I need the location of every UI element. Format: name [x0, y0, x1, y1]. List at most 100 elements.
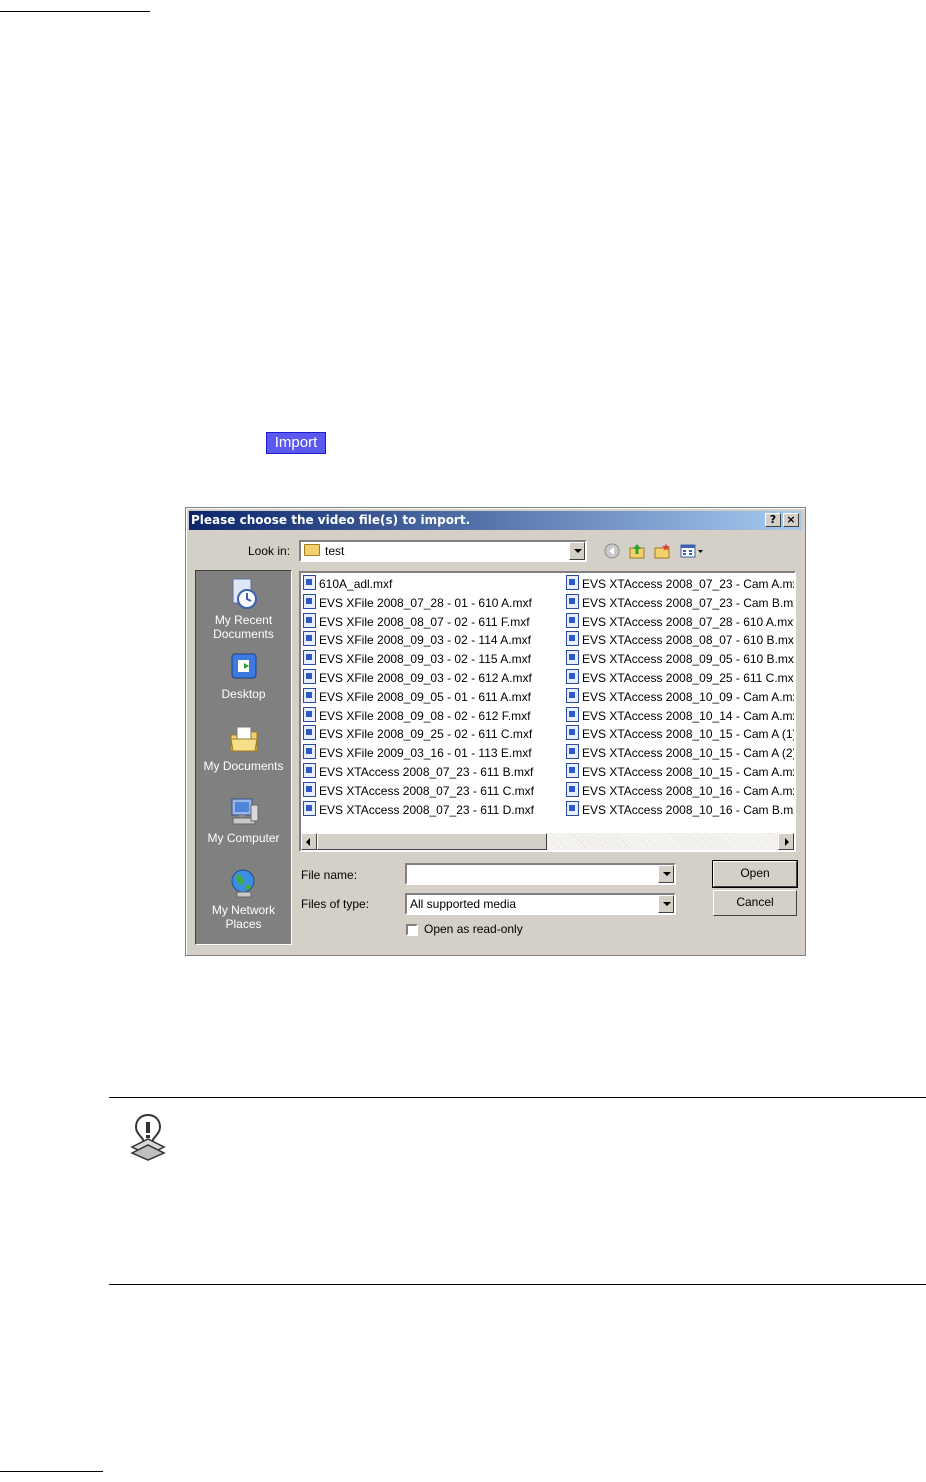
file-list[interactable]: 610A_adl.mxf EVS XFile 2008_07_28 - 01 - …	[299, 571, 796, 852]
place-my-documents[interactable]: My Documents	[196, 723, 291, 773]
file-item[interactable]: EVS XTAccess 2008_07_23 - Cam B.mxf	[564, 593, 794, 613]
file-item-label: 610A_adl.mxf	[319, 577, 393, 591]
file-item-label: EVS XTAccess 2008_10_15 - Cam A (2).	[582, 746, 796, 761]
file-item[interactable]: EVS XFile 2009_03_16 - 01 - 113 E.mxf	[301, 744, 534, 763]
file-open-dialog: Please choose the video file(s) to impor…	[185, 507, 806, 956]
media-file-icon	[303, 762, 316, 778]
file-name-input[interactable]	[405, 863, 676, 885]
file-item-label: EVS XTAccess 2008_10_15 - Cam A (1).	[582, 727, 796, 742]
file-item[interactable]: EVS XFile 2008_09_03 - 02 - 115 A.mxf	[301, 650, 534, 669]
import-button-label: Import	[274, 434, 318, 451]
file-item-label: EVS XTAccess 2008_10_16 - Cam A.mxf	[582, 783, 796, 798]
file-item[interactable]: EVS XTAccess 2008_10_15 - Cam A.mxf	[564, 762, 796, 782]
important-note-icon	[130, 1113, 166, 1161]
chevron-down-icon[interactable]	[658, 865, 674, 883]
file-item[interactable]: EVS XFile 2008_07_28 - 01 - 610 A.mxf	[301, 593, 534, 613]
look-in-value: test	[325, 544, 345, 558]
file-item-label: EVS XTAccess 2008_10_15 - Cam A.mxf	[582, 764, 796, 779]
file-item-label: EVS XFile 2009_03_16 - 01 - 113 E.mxf	[319, 746, 532, 761]
file-item[interactable]: EVS XTAccess 2008_10_09 - Cam A.mxf	[564, 687, 794, 707]
file-item[interactable]: EVS XTAccess 2008_10_15 - Cam A (1).	[564, 725, 796, 744]
my-computer-icon	[231, 798, 258, 825]
media-file-icon	[566, 781, 579, 797]
file-item[interactable]: EVS XTAccess 2008_07_23 - 611 D.mxf	[301, 800, 534, 820]
media-file-icon	[303, 781, 316, 797]
files-of-type-label: Files of type:	[301, 897, 370, 911]
file-item[interactable]: EVS XTAccess 2008_07_23 - Cam A.mxf	[564, 575, 794, 594]
file-item[interactable]: 610A_adl.mxf	[301, 575, 534, 594]
file-item[interactable]: EVS XTAccess 2008_10_15 - Cam A (2).	[564, 744, 796, 763]
horizontal-scrollbar[interactable]	[301, 833, 794, 850]
network-places-icon	[231, 869, 254, 898]
chevron-down-icon[interactable]	[658, 895, 674, 913]
files-of-type-dropdown[interactable]: All supported media	[405, 893, 676, 915]
file-item[interactable]: EVS XTAccess 2008_09_25 - 611 C.mxf	[564, 668, 796, 688]
view-menu-icon[interactable]	[679, 542, 705, 560]
file-item[interactable]: EVS XTAccess 2008_07_23 - 611 B.mxf	[301, 762, 534, 782]
look-in-dropdown[interactable]: test	[299, 540, 587, 562]
file-item[interactable]: EVS XFile 2008_09_25 - 02 - 611 C.mxf	[301, 725, 534, 744]
place-desktop[interactable]: Desktop	[196, 651, 291, 701]
place-recent-documents[interactable]: My Recent Documents	[196, 577, 291, 641]
new-folder-icon[interactable]	[653, 542, 671, 560]
file-item[interactable]: EVS XTAccess 2008_10_16 - Cam A.mxf	[564, 781, 796, 801]
file-item[interactable]: EVS XTAccess 2008_09_05 - 610 B.mxf	[564, 650, 794, 669]
media-file-icon	[303, 744, 316, 760]
note-top-rule	[109, 1097, 926, 1098]
media-file-icon	[566, 687, 579, 703]
file-item[interactable]: EVS XTAccess 2008_10_16 - Cam B.mxf	[564, 800, 796, 820]
place-label: My Network Places	[211, 903, 276, 931]
file-item[interactable]: EVS XFile 2008_09_05 - 01 - 611 A.mxf	[301, 687, 534, 707]
open-button[interactable]: Open	[712, 860, 798, 888]
file-item-label: EVS XFile 2008_07_28 - 01 - 610 A.mxf	[319, 595, 532, 610]
media-file-icon	[303, 687, 316, 703]
file-item-label: EVS XFile 2008_09_03 - 02 - 114 A.mxf	[319, 633, 531, 648]
file-item-label: EVS XTAccess 2008_07_23 - 611 B.mxf	[319, 764, 534, 779]
scroll-thumb[interactable]	[317, 833, 547, 850]
file-item-label: EVS XTAccess 2008_10_16 - Cam B.mxf	[582, 802, 796, 817]
back-icon[interactable]	[603, 542, 621, 560]
media-file-icon	[566, 593, 579, 609]
help-button[interactable]: ?	[765, 513, 781, 527]
media-file-icon	[566, 631, 579, 647]
place-label: My Recent Documents	[213, 613, 274, 641]
scroll-left-button[interactable]	[301, 833, 317, 850]
file-item-label: EVS XTAccess 2008_07_23 - 611 C.mxf	[319, 783, 534, 798]
file-item[interactable]: EVS XFile 2008_09_08 - 02 - 612 F.mxf	[301, 706, 534, 726]
desktop-icon	[231, 653, 256, 679]
look-in-label: Look in:	[248, 544, 291, 558]
header-rule	[0, 11, 150, 12]
file-item[interactable]: EVS XFile 2008_09_03 - 02 - 114 A.mxf	[301, 631, 534, 650]
scroll-right-button[interactable]	[778, 833, 794, 850]
close-button[interactable]: ×	[783, 513, 799, 527]
up-folder-icon[interactable]	[628, 542, 646, 560]
file-item[interactable]: EVS XTAccess 2008_07_23 - 611 C.mxf	[301, 781, 534, 801]
read-only-checkbox[interactable]	[406, 924, 418, 936]
file-item[interactable]: EVS XTAccess 2008_08_07 - 610 B.mxf	[564, 631, 794, 650]
import-button[interactable]: Import	[266, 432, 326, 454]
file-item[interactable]: EVS XTAccess 2008_10_14 - Cam A.mxf	[564, 706, 794, 726]
chevron-down-icon[interactable]	[569, 542, 585, 560]
file-item-label: EVS XTAccess 2008_07_28 - 610 A.mxf	[582, 614, 796, 629]
media-file-icon	[303, 725, 316, 741]
read-only-label: Open as read-only	[424, 922, 523, 936]
file-item-label: EVS XFile 2008_09_08 - 02 - 612 F.mxf	[319, 708, 531, 723]
media-file-icon	[566, 725, 579, 741]
place-label: My Computer	[207, 831, 280, 845]
file-item[interactable]: EVS XFile 2008_09_03 - 02 - 612 A.mxf	[301, 668, 534, 688]
media-file-icon	[303, 668, 316, 684]
file-item[interactable]: EVS XTAccess 2008_07_28 - 610 A.mxf	[564, 612, 796, 632]
cancel-button[interactable]: Cancel	[713, 890, 797, 916]
place-my-computer[interactable]: My Computer	[196, 795, 291, 845]
file-item-label: EVS XTAccess 2008_09_25 - 611 C.mxf	[582, 670, 796, 685]
my-documents-icon	[229, 726, 258, 752]
file-name-label: File name:	[301, 868, 358, 882]
file-column-2: EVS XTAccess 2008_07_23 - Cam A.mxf EVS X…	[564, 575, 796, 820]
recent-documents-icon	[232, 578, 257, 609]
media-file-icon	[566, 800, 579, 816]
media-file-icon	[303, 575, 316, 590]
file-item[interactable]: EVS XFile 2008_08_07 - 02 - 611 F.mxf	[301, 612, 534, 632]
media-file-icon	[303, 593, 316, 609]
file-item-label: EVS XTAccess 2008_07_23 - 611 D.mxf	[319, 802, 534, 817]
place-my-network-places[interactable]: My Network Places	[196, 867, 291, 931]
